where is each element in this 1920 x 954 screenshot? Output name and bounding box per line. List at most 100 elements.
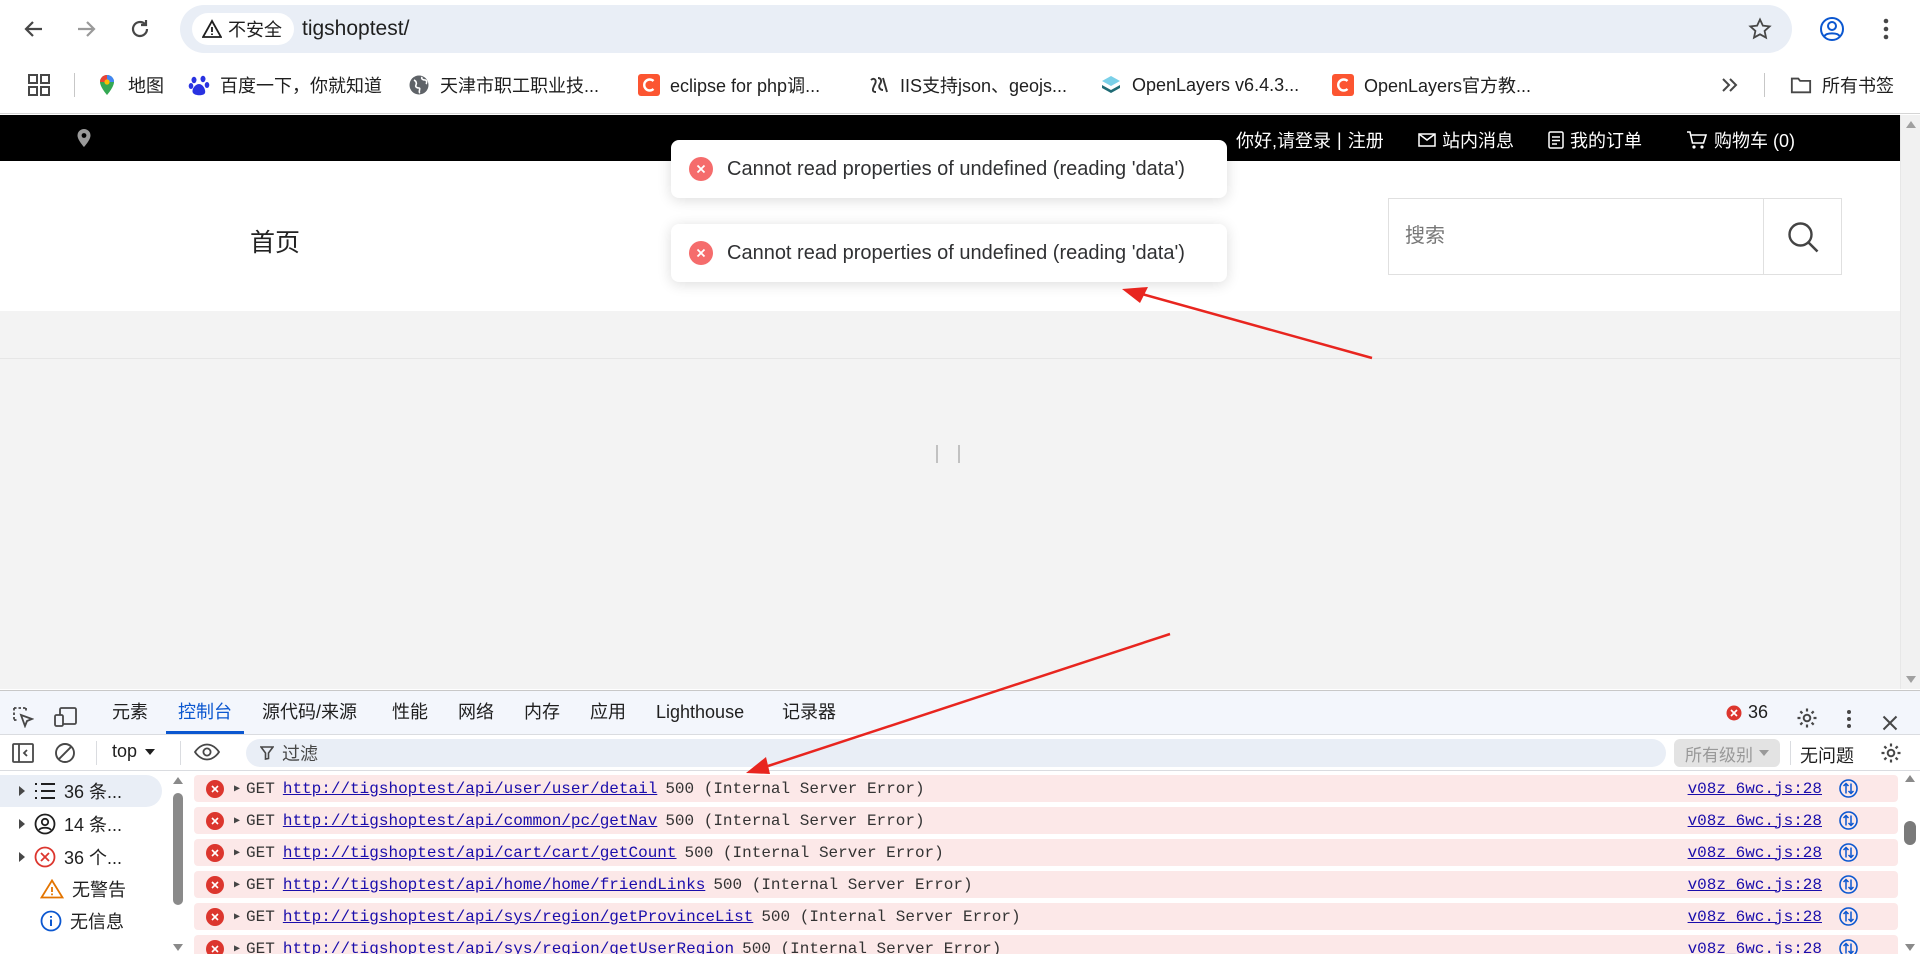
- live-expression-eye-icon[interactable]: [193, 743, 221, 766]
- log-row[interactable]: ▶ GET http://tigshoptest/api/sys/region/ge…: [194, 903, 1898, 930]
- log-row[interactable]: ▶ GET http://tigshoptest/api/sys/region/ge…: [194, 935, 1898, 954]
- inspect-element-icon[interactable]: [12, 701, 35, 729]
- sidebar-errors[interactable]: 36 个...: [0, 841, 162, 873]
- register-link[interactable]: 注册: [1348, 127, 1384, 153]
- security-chip[interactable]: 不安全: [192, 13, 294, 45]
- sidebar-scrollbar[interactable]: [170, 773, 186, 954]
- log-url[interactable]: http://tigshoptest/api/sys/region/getPro…: [283, 908, 753, 926]
- error-count-badge[interactable]: 36: [1726, 691, 1768, 734]
- bookmark-tianjin[interactable]: 天津市职工职业技...: [408, 68, 599, 102]
- bookmark-baidu[interactable]: 百度一下，你就知道: [188, 68, 382, 102]
- log-url[interactable]: http://tigshoptest/api/common/pc/getNav: [283, 812, 657, 830]
- expand-arrow-icon[interactable]: [18, 852, 26, 862]
- nav-home-link[interactable]: 首页: [250, 223, 300, 259]
- log-source-link[interactable]: v08z_6wc.js:28: [1688, 780, 1822, 798]
- apps-grid-icon[interactable]: [28, 68, 50, 102]
- log-source-link[interactable]: v08z_6wc.js:28: [1688, 908, 1822, 926]
- expand-arrow-icon[interactable]: ▶: [234, 815, 240, 827]
- location-pin-icon[interactable]: [76, 128, 92, 148]
- sidebar-user-messages[interactable]: 14 条...: [0, 808, 162, 840]
- bookmark-maps[interactable]: 地图: [96, 68, 164, 102]
- log-row[interactable]: ▶ GET http://tigshoptest/api/cart/cart/get…: [194, 839, 1898, 866]
- log-source-link[interactable]: v08z_6wc.js:28: [1688, 812, 1822, 830]
- tab-lighthouse[interactable]: Lighthouse: [656, 691, 744, 734]
- bookmark-star-icon[interactable]: [1744, 13, 1776, 45]
- network-request-icon[interactable]: [1839, 939, 1858, 954]
- sidebar-toggle-icon[interactable]: [12, 743, 34, 768]
- bookmark-iis[interactable]: IIS支持json、geojs...: [868, 68, 1067, 102]
- expand-arrow-icon[interactable]: ▶: [234, 879, 240, 891]
- tab-network[interactable]: 网络: [458, 691, 494, 734]
- close-devtools-icon[interactable]: [1882, 704, 1898, 731]
- log-row[interactable]: ▶ GET http://tigshoptest/api/common/pc/get…: [194, 807, 1898, 834]
- scroll-down-icon[interactable]: [1905, 944, 1915, 951]
- tab-sources[interactable]: 源代码/来源: [262, 691, 357, 734]
- tab-recorder[interactable]: 记录器: [782, 691, 836, 734]
- devtools-menu-icon[interactable]: [1846, 702, 1852, 728]
- bookmark-eclipse[interactable]: eclipse for php调...: [638, 68, 820, 102]
- expand-arrow-icon[interactable]: [18, 786, 26, 796]
- console-settings-icon[interactable]: [1880, 742, 1902, 769]
- sidebar-info[interactable]: 无信息: [0, 905, 162, 937]
- scroll-down-icon[interactable]: [1906, 676, 1916, 683]
- tab-application[interactable]: 应用: [590, 691, 626, 734]
- address-bar[interactable]: 不安全 tigshoptest/: [180, 5, 1792, 53]
- log-source-link[interactable]: v08z_6wc.js:28: [1688, 940, 1822, 954]
- tab-performance[interactable]: 性能: [392, 691, 428, 734]
- log-url[interactable]: http://tigshoptest/api/sys/region/getUse…: [283, 940, 734, 954]
- expand-arrow-icon[interactable]: ▶: [234, 847, 240, 859]
- expand-arrow-icon[interactable]: ▶: [234, 943, 240, 954]
- scroll-down-icon[interactable]: [173, 944, 183, 951]
- bookmark-openlayers[interactable]: OpenLayers v6.4.3...: [1100, 68, 1299, 102]
- scroll-up-icon[interactable]: [1905, 775, 1915, 782]
- bookmark-openlayers-tutorial[interactable]: OpenLayers官方教...: [1332, 68, 1531, 102]
- tab-memory[interactable]: 内存: [524, 691, 560, 734]
- url-text[interactable]: tigshoptest/: [302, 17, 409, 41]
- scroll-up-icon[interactable]: [1906, 121, 1916, 128]
- log-levels-dropdown[interactable]: 所有级别: [1674, 739, 1780, 767]
- profile-icon[interactable]: [1814, 11, 1850, 47]
- sidebar-messages[interactable]: 36 条...: [0, 775, 162, 807]
- tab-console[interactable]: 控制台: [166, 691, 244, 734]
- scroll-up-icon[interactable]: [173, 777, 183, 784]
- messages-link[interactable]: 站内消息: [1418, 127, 1514, 153]
- back-icon[interactable]: [16, 11, 52, 47]
- console-filter[interactable]: 过滤: [246, 739, 1666, 767]
- log-url[interactable]: http://tigshoptest/api/user/user/detail: [283, 780, 657, 798]
- scroll-thumb[interactable]: [173, 793, 183, 905]
- all-bookmarks[interactable]: 所有书签: [1790, 68, 1894, 102]
- orders-link[interactable]: 我的订单: [1548, 127, 1642, 153]
- log-url[interactable]: http://tigshoptest/api/home/home/friendL…: [283, 876, 705, 894]
- console-scrollbar[interactable]: [1900, 771, 1920, 954]
- expand-arrow-icon[interactable]: [18, 819, 26, 829]
- device-toolbar-icon[interactable]: [54, 701, 78, 727]
- tab-elements[interactable]: 元素: [112, 691, 148, 734]
- expand-arrow-icon[interactable]: ▶: [234, 911, 240, 923]
- log-source-link[interactable]: v08z_6wc.js:28: [1688, 844, 1822, 862]
- issues-status[interactable]: 无问题: [1800, 742, 1854, 768]
- log-row[interactable]: ▶ GET http://tigshoptest/api/home/home/fri…: [194, 871, 1898, 898]
- log-row[interactable]: ▶ GET http://tigshoptest/api/user/user/det…: [194, 775, 1898, 802]
- forward-icon[interactable]: [68, 11, 104, 47]
- network-request-icon[interactable]: [1839, 843, 1858, 862]
- log-source-link[interactable]: v08z_6wc.js:28: [1688, 876, 1822, 894]
- sidebar-warnings[interactable]: 无警告: [0, 873, 162, 905]
- search-button[interactable]: [1763, 199, 1841, 274]
- clear-console-icon[interactable]: [54, 742, 76, 769]
- browser-menu-icon[interactable]: [1868, 11, 1904, 47]
- settings-gear-icon[interactable]: [1796, 702, 1818, 728]
- network-request-icon[interactable]: [1839, 907, 1858, 926]
- cart-link[interactable]: 购物车 (0): [1686, 127, 1795, 153]
- log-url[interactable]: http://tigshoptest/api/cart/cart/getCoun…: [283, 844, 677, 862]
- expand-arrow-icon[interactable]: ▶: [234, 783, 240, 795]
- login-link[interactable]: 你好,请登录: [1236, 127, 1331, 153]
- network-request-icon[interactable]: [1839, 875, 1858, 894]
- search-input[interactable]: [1389, 199, 1763, 274]
- network-request-icon[interactable]: [1839, 811, 1858, 830]
- bookmarks-overflow-icon[interactable]: [1720, 68, 1738, 102]
- network-request-icon[interactable]: [1839, 779, 1858, 798]
- reload-icon[interactable]: [122, 11, 158, 47]
- scroll-thumb[interactable]: [1904, 821, 1916, 845]
- context-selector[interactable]: top: [112, 741, 156, 762]
- page-scrollbar[interactable]: [1900, 115, 1920, 689]
